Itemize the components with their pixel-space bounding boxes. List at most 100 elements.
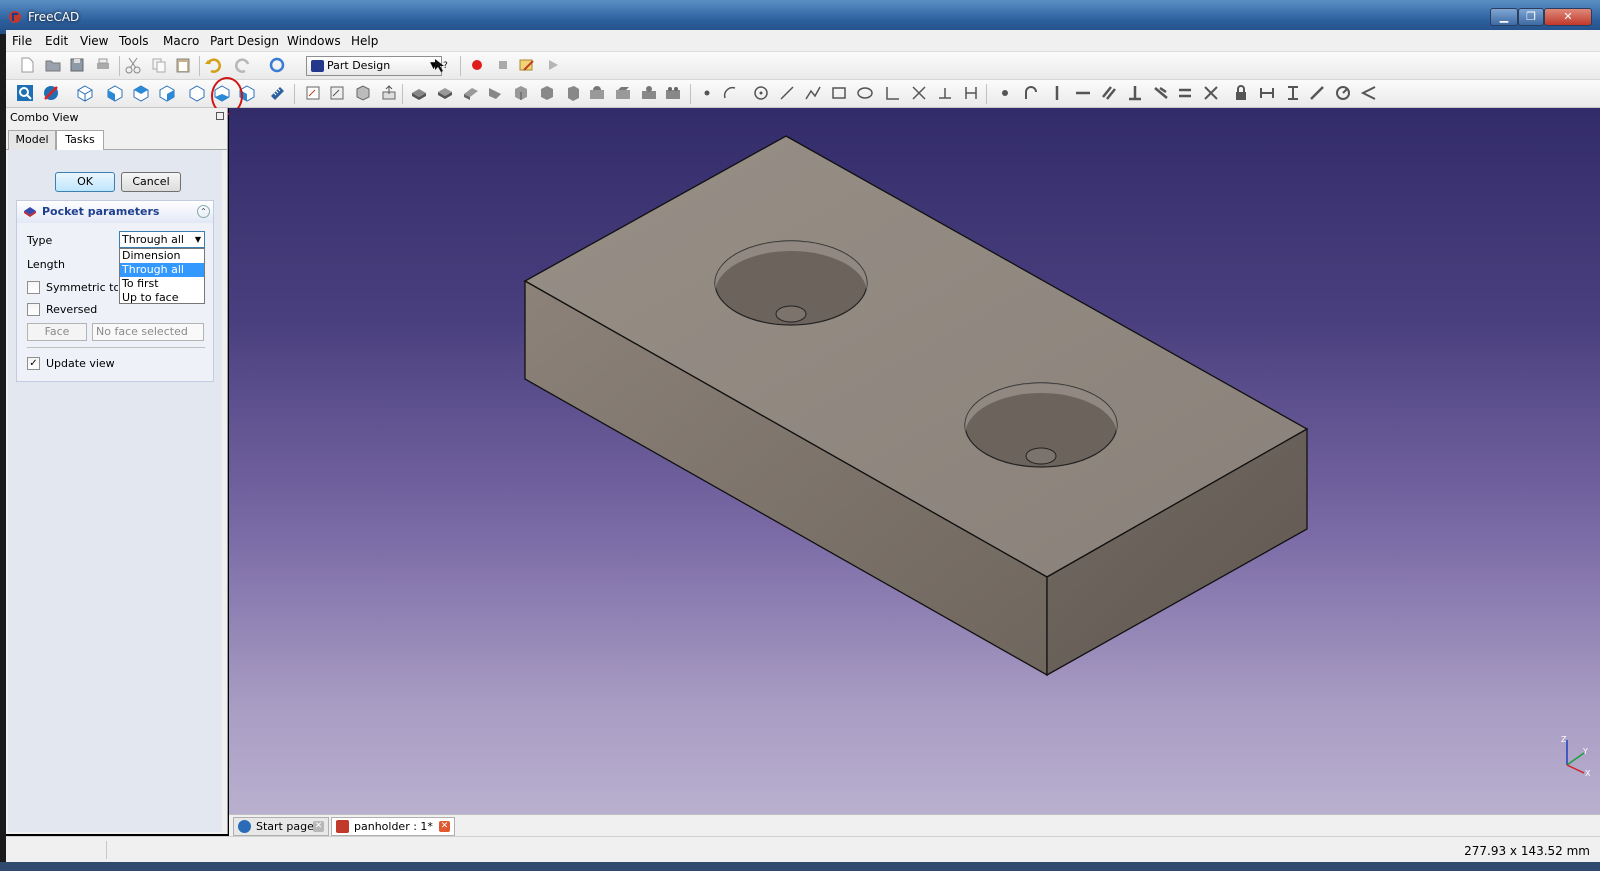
edit-macro-icon[interactable] xyxy=(518,56,536,74)
undo-icon[interactable] xyxy=(204,56,222,74)
open-folder-icon[interactable] xyxy=(44,56,62,74)
sketch-polyline-icon[interactable] xyxy=(804,84,822,102)
multi-transform-icon[interactable] xyxy=(664,84,682,102)
maximize-button[interactable]: ❐ xyxy=(1518,8,1544,26)
tab-panholder[interactable]: panholder : 1* ✕ xyxy=(331,817,455,836)
update-view-checkbox[interactable]: ✓ xyxy=(27,357,40,370)
menu-view[interactable]: View xyxy=(80,34,108,48)
constraint-lock-icon[interactable] xyxy=(1232,84,1250,102)
menu-edit[interactable]: Edit xyxy=(45,34,68,48)
paste-icon[interactable] xyxy=(174,56,192,74)
menu-windows[interactable]: Windows xyxy=(287,34,341,48)
redo-icon[interactable] xyxy=(234,56,252,74)
menu-tools[interactable]: Tools xyxy=(119,34,149,48)
counterbore-hole-2[interactable] xyxy=(964,382,1118,468)
chamfer-icon[interactable] xyxy=(538,84,556,102)
constraint-horizontal-icon[interactable] xyxy=(1074,84,1092,102)
type-option-up-to-face[interactable]: Up to face xyxy=(120,291,204,305)
mirrored-icon[interactable] xyxy=(588,84,606,102)
draft-icon[interactable] xyxy=(564,84,582,102)
constraint-tangent-icon[interactable] xyxy=(1152,84,1170,102)
sketch-edit-icon[interactable] xyxy=(328,84,346,102)
3d-viewport[interactable]: Z Y X xyxy=(229,108,1600,814)
counterbore-hole-1[interactable] xyxy=(714,240,868,326)
reversed-checkbox[interactable] xyxy=(27,303,40,316)
menu-file[interactable]: File xyxy=(12,34,32,48)
sketch-rectangle-icon[interactable] xyxy=(830,84,848,102)
pad-icon[interactable] xyxy=(410,84,428,102)
fillet-icon[interactable] xyxy=(512,84,530,102)
sketch-fillet-icon[interactable] xyxy=(884,84,902,102)
draw-style-icon[interactable] xyxy=(42,84,60,102)
sketch-slot-icon[interactable] xyxy=(856,84,874,102)
save-icon[interactable] xyxy=(68,56,86,74)
face-button[interactable]: Face xyxy=(27,323,87,341)
top-view-icon[interactable] xyxy=(132,84,150,102)
isometric-view-icon[interactable] xyxy=(76,84,94,102)
sketch-trim-icon[interactable] xyxy=(910,84,928,102)
constraint-angle-icon[interactable] xyxy=(1360,84,1378,102)
constraint-horizontal-distance-icon[interactable] xyxy=(1258,84,1276,102)
map-sketch-icon[interactable] xyxy=(354,84,372,102)
sketch-new-icon[interactable] xyxy=(304,84,322,102)
constraint-coincident-icon[interactable] xyxy=(996,84,1014,102)
constraint-radius-icon[interactable] xyxy=(1334,84,1352,102)
fit-all-icon[interactable] xyxy=(16,84,34,102)
tab-model[interactable]: Model xyxy=(8,130,56,150)
menu-part-design[interactable]: Part Design xyxy=(210,34,279,48)
revolution-icon[interactable] xyxy=(462,84,480,102)
type-select[interactable]: Through all ▼ xyxy=(119,231,205,248)
type-option-dimension[interactable]: Dimension xyxy=(120,249,204,263)
construction-mode-icon[interactable] xyxy=(962,84,980,102)
workbench-selector[interactable]: Part Design ▼ xyxy=(306,56,442,76)
whats-this-icon[interactable]: ? xyxy=(432,56,450,74)
constraint-vertical-icon[interactable] xyxy=(1048,84,1066,102)
rear-view-icon[interactable] xyxy=(188,84,206,102)
constraint-vertical-distance-icon[interactable] xyxy=(1284,84,1302,102)
face-field[interactable]: No face selected xyxy=(92,323,204,341)
new-document-icon[interactable] xyxy=(18,56,36,74)
polar-pattern-icon[interactable] xyxy=(640,84,658,102)
print-icon[interactable] xyxy=(94,56,112,74)
right-view-icon[interactable] xyxy=(158,84,176,102)
close-button[interactable]: ✕ xyxy=(1544,8,1592,26)
menu-help[interactable]: Help xyxy=(351,34,378,48)
stop-macro-icon[interactable] xyxy=(494,56,512,74)
linear-pattern-icon[interactable] xyxy=(614,84,632,102)
constraint-symmetric-icon[interactable] xyxy=(1202,84,1220,102)
constraint-perpendicular-icon[interactable] xyxy=(1126,84,1144,102)
sketch-point-icon[interactable] xyxy=(698,84,716,102)
constraint-point-on-object-icon[interactable] xyxy=(1022,84,1040,102)
constraint-length-icon[interactable] xyxy=(1308,84,1326,102)
leave-sketch-icon[interactable] xyxy=(380,84,398,102)
refresh-icon[interactable] xyxy=(268,56,286,74)
cut-icon[interactable] xyxy=(124,56,142,74)
constraint-equal-icon[interactable] xyxy=(1176,84,1194,102)
groove-icon[interactable] xyxy=(486,84,504,102)
close-tab-icon[interactable]: ✕ xyxy=(313,821,324,832)
measure-distance-icon[interactable] xyxy=(268,84,286,102)
close-tab-icon[interactable]: ✕ xyxy=(439,821,450,832)
pocket-parameters-header[interactable]: Pocket parameters ⌃ xyxy=(17,201,213,223)
symmetric-checkbox[interactable] xyxy=(27,281,40,294)
pocket-icon[interactable] xyxy=(436,84,454,102)
sketch-line-icon[interactable] xyxy=(778,84,796,102)
cancel-button[interactable]: Cancel xyxy=(121,172,181,192)
run-macro-icon[interactable] xyxy=(544,56,562,74)
type-option-to-first[interactable]: To first xyxy=(120,277,204,291)
tab-tasks[interactable]: Tasks xyxy=(56,130,104,151)
constraint-parallel-icon[interactable] xyxy=(1100,84,1118,102)
menu-macro[interactable]: Macro xyxy=(163,34,199,48)
type-option-through-all[interactable]: Through all xyxy=(120,263,204,277)
sketch-arc-icon[interactable] xyxy=(722,84,740,102)
ok-button[interactable]: OK xyxy=(55,172,115,192)
collapse-icon[interactable]: ⌃ xyxy=(197,205,210,218)
minimize-button[interactable]: ▁ xyxy=(1490,8,1518,26)
sketch-external-icon[interactable] xyxy=(936,84,954,102)
record-macro-icon[interactable] xyxy=(468,56,486,74)
float-panel-icon[interactable] xyxy=(216,112,224,120)
front-view-icon[interactable] xyxy=(106,84,124,102)
sketch-circle-icon[interactable] xyxy=(752,84,770,102)
tab-start-page[interactable]: Start page ✕ xyxy=(233,817,329,836)
copy-icon[interactable] xyxy=(150,56,168,74)
